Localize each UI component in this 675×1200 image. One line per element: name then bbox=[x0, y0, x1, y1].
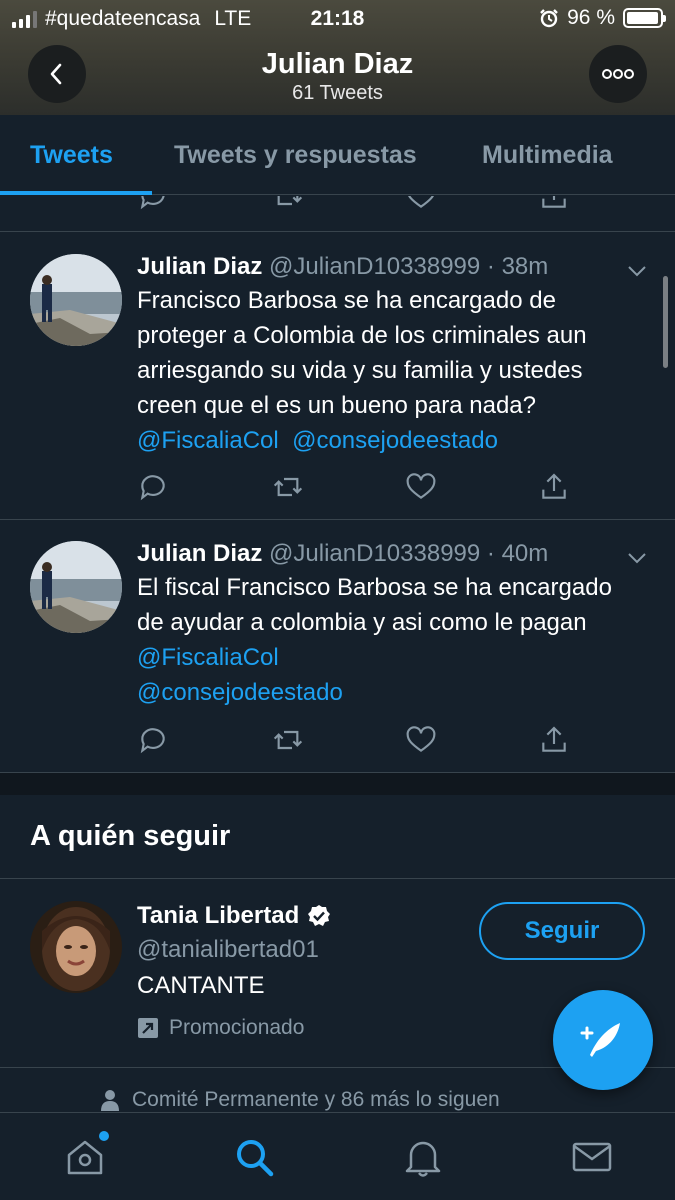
mention-link[interactable]: @consejodeestado bbox=[292, 427, 498, 454]
section-divider bbox=[0, 773, 675, 795]
tab-media[interactable]: Multimedia bbox=[482, 141, 613, 170]
like-icon[interactable] bbox=[405, 471, 437, 503]
tweet-actions bbox=[137, 471, 577, 507]
promoted-label: Promocionado bbox=[137, 1016, 304, 1040]
reply-icon[interactable] bbox=[137, 196, 169, 212]
like-icon[interactable] bbox=[405, 196, 437, 212]
tweet-content: Julian Diaz @JulianD10338999 · 40m El fi… bbox=[137, 540, 635, 710]
status-right: 96 % bbox=[539, 6, 666, 30]
share-icon[interactable] bbox=[538, 724, 570, 756]
tweet-time: 38m bbox=[501, 253, 549, 280]
tab-search[interactable] bbox=[232, 1135, 276, 1179]
status-bar: #quedateencasa LTE 21:18 96 % bbox=[0, 0, 675, 40]
reply-icon[interactable] bbox=[137, 471, 169, 503]
more-button[interactable] bbox=[589, 45, 647, 103]
profile-name-title: Julian Diaz bbox=[261, 48, 414, 80]
follow-button[interactable]: Seguir bbox=[479, 902, 645, 960]
compose-feather-icon bbox=[580, 1023, 620, 1057]
suggested-name-row: Tania Libertad bbox=[137, 902, 331, 930]
tab-messages[interactable] bbox=[570, 1135, 614, 1179]
search-icon bbox=[237, 1140, 274, 1177]
reply-icon[interactable] bbox=[137, 724, 169, 756]
followers-context: Comité Permanente y 86 más lo siguen bbox=[100, 1088, 500, 1112]
tweet-content: Julian Diaz @JulianD10338999 · 38m Franc… bbox=[137, 253, 635, 458]
tweet-text: El fiscal Francisco Barbosa se ha encarg… bbox=[137, 570, 635, 710]
tweet-header: Julian Diaz @JulianD10338999 · 38m bbox=[137, 253, 635, 281]
promoted-icon bbox=[138, 1018, 158, 1038]
retweet-icon[interactable] bbox=[272, 471, 304, 503]
scrollbar[interactable] bbox=[663, 276, 668, 368]
separator-dot: · bbox=[480, 540, 502, 567]
avatar[interactable] bbox=[30, 541, 122, 633]
tab-home[interactable] bbox=[63, 1131, 109, 1179]
suggested-bio: CANTANTE bbox=[137, 972, 265, 999]
more-dots-icon bbox=[602, 69, 634, 79]
battery-icon bbox=[623, 8, 666, 28]
tab-tweets[interactable]: Tweets bbox=[30, 141, 113, 170]
tab-tweets-replies[interactable]: Tweets y respuestas bbox=[174, 141, 417, 170]
tweet-time: 40m bbox=[501, 540, 549, 567]
verified-badge-icon bbox=[308, 905, 331, 926]
promoted-text: Promocionado bbox=[169, 1016, 305, 1039]
battery-percent: 96 % bbox=[567, 6, 615, 29]
author-name[interactable]: Julian Diaz bbox=[137, 253, 262, 280]
compose-tweet-button[interactable] bbox=[553, 990, 653, 1090]
tweet-text: Francisco Barbosa se ha encargado de pro… bbox=[137, 283, 635, 458]
section-title: A quién seguir bbox=[30, 820, 231, 852]
active-tab-indicator bbox=[0, 191, 152, 195]
mention-link[interactable]: @FiscaliaCol bbox=[137, 644, 279, 671]
chevron-down-icon[interactable] bbox=[625, 546, 649, 570]
home-icon bbox=[67, 1140, 103, 1175]
author-handle: @JulianD10338999 bbox=[269, 540, 481, 567]
tweet-body-text: El fiscal Francisco Barbosa se ha encarg… bbox=[137, 574, 612, 636]
avatar[interactable] bbox=[30, 901, 122, 993]
mention-link[interactable]: @FiscaliaCol bbox=[137, 427, 279, 454]
separator-dot: · bbox=[480, 253, 502, 280]
profile-tabs: Tweets Tweets y respuestas Multimedia bbox=[0, 115, 675, 195]
bottom-tab-bar bbox=[0, 1112, 675, 1200]
bell-icon bbox=[405, 1141, 441, 1177]
tweet-header: Julian Diaz @JulianD10338999 · 40m bbox=[137, 540, 635, 568]
who-to-follow-header: A quién seguir bbox=[0, 795, 675, 879]
author-name[interactable]: Julian Diaz bbox=[137, 540, 262, 567]
tab-notifications[interactable] bbox=[401, 1135, 445, 1179]
share-icon[interactable] bbox=[538, 196, 570, 212]
mention-link[interactable]: @consejodeestado bbox=[137, 679, 343, 706]
suggested-handle: @tanialibertad01 bbox=[137, 936, 319, 963]
suggested-name[interactable]: Tania Libertad bbox=[137, 902, 299, 930]
avatar[interactable] bbox=[30, 254, 122, 346]
previous-tweet-actions bbox=[0, 196, 675, 232]
tweet-body-text: Francisco Barbosa se ha encargado de pro… bbox=[137, 287, 587, 419]
followers-text: Comité Permanente y 86 más lo siguen bbox=[132, 1088, 500, 1111]
tweet-count: 61 Tweets bbox=[292, 82, 383, 104]
profile-header: #quedateencasa LTE 21:18 96 % Julian Dia… bbox=[0, 0, 675, 115]
retweet-icon[interactable] bbox=[272, 196, 304, 212]
mail-icon bbox=[572, 1142, 612, 1172]
share-icon[interactable] bbox=[538, 471, 570, 503]
like-icon[interactable] bbox=[405, 724, 437, 756]
battery-fill bbox=[627, 12, 658, 24]
tweet-actions bbox=[137, 724, 577, 760]
author-handle: @JulianD10338999 bbox=[269, 253, 481, 280]
tweet-item[interactable]: Julian Diaz @JulianD10338999 · 38m Franc… bbox=[0, 233, 675, 520]
retweet-icon[interactable] bbox=[272, 724, 304, 756]
alarm-icon bbox=[540, 9, 558, 28]
notification-dot bbox=[99, 1131, 109, 1141]
person-icon bbox=[101, 1090, 119, 1111]
tweet-item[interactable]: Julian Diaz @JulianD10338999 · 40m El fi… bbox=[0, 520, 675, 773]
chevron-down-icon[interactable] bbox=[625, 259, 649, 283]
